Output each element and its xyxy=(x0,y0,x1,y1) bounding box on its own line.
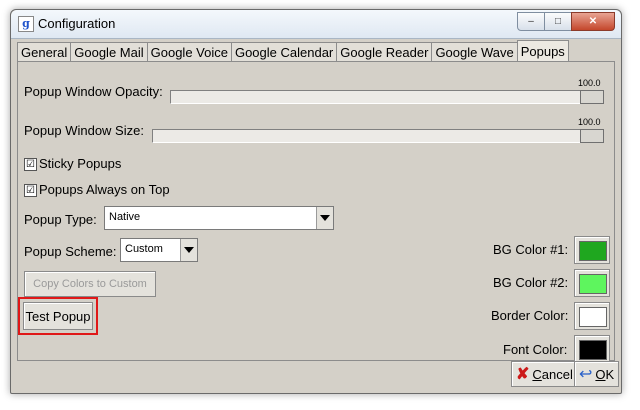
bg-color-1-label: BG Color #1: xyxy=(493,242,569,257)
chevron-down-icon xyxy=(184,247,194,253)
app-icon: g xyxy=(18,16,34,32)
ok-arrow-icon: ↩ xyxy=(579,366,593,383)
tab-google-mail[interactable]: Google Mail xyxy=(70,42,148,63)
cancel-button[interactable]: ✘ Cancel xyxy=(511,361,578,387)
cancel-label-rest: ancel xyxy=(541,366,573,382)
border-color-button[interactable] xyxy=(574,302,610,330)
popup-scheme-dropdown-button[interactable] xyxy=(180,239,197,261)
font-color-label: Font Color: xyxy=(503,342,568,357)
maximize-button[interactable]: □ xyxy=(544,12,572,31)
opacity-slider[interactable] xyxy=(170,90,604,104)
size-slider[interactable] xyxy=(152,129,604,143)
popup-type-select[interactable]: Native xyxy=(104,206,334,230)
always-on-top-checkbox[interactable]: ☑ xyxy=(24,184,37,197)
ok-label-rest: K xyxy=(605,366,615,382)
bg-color-2-label: BG Color #2: xyxy=(493,275,569,290)
opacity-value: 100.0 xyxy=(578,78,601,88)
popup-scheme-select[interactable]: Custom xyxy=(120,238,198,262)
sticky-popups-label: Sticky Popups xyxy=(39,156,122,171)
opacity-slider-thumb[interactable] xyxy=(580,90,604,104)
always-on-top-label: Popups Always on Top xyxy=(39,182,170,197)
ok-button[interactable]: ↩ OK xyxy=(574,361,620,387)
tab-google-reader[interactable]: Google Reader xyxy=(336,42,433,63)
close-button[interactable]: ✕ xyxy=(571,12,615,31)
bg-color-2-button[interactable] xyxy=(574,269,610,297)
cancel-icon: ✘ xyxy=(516,366,530,383)
tab-bar: General Google Mail Google Voice Google … xyxy=(17,40,569,63)
size-slider-thumb[interactable] xyxy=(580,129,604,143)
popups-panel: Popup Window Opacity: 100.0 Popup Window… xyxy=(17,61,615,363)
tab-google-wave[interactable]: Google Wave xyxy=(431,42,518,63)
tab-google-voice[interactable]: Google Voice xyxy=(146,42,232,63)
ok-label: OK xyxy=(595,367,614,382)
font-color-swatch xyxy=(579,340,607,360)
ok-mnemonic: O xyxy=(595,366,606,382)
minimize-icon: – xyxy=(528,16,534,27)
tab-google-calendar[interactable]: Google Calendar xyxy=(230,42,338,63)
popup-scheme-label: Popup Scheme: xyxy=(24,244,117,259)
title-bar[interactable]: g Configuration – □ ✕ xyxy=(11,10,621,39)
popup-scheme-value: Custom xyxy=(125,243,163,255)
opacity-label: Popup Window Opacity: xyxy=(24,84,163,99)
cancel-label: Cancel xyxy=(532,367,572,382)
tab-popups[interactable]: Popups xyxy=(516,40,569,63)
bg-color-2-swatch xyxy=(579,274,607,294)
sticky-popups-checkbox[interactable]: ☑ xyxy=(24,158,37,171)
popup-type-label: Popup Type: xyxy=(24,212,97,227)
maximize-icon: □ xyxy=(554,16,562,27)
popup-type-value: Native xyxy=(109,211,141,223)
copy-colors-button[interactable]: Copy Colors to Custom xyxy=(24,271,156,297)
window-title: Configuration xyxy=(38,16,116,31)
window-controls: – □ ✕ xyxy=(517,12,615,31)
border-color-label: Border Color: xyxy=(491,308,569,323)
size-value: 100.0 xyxy=(578,117,601,127)
tab-general[interactable]: General xyxy=(17,42,72,63)
bg-color-1-swatch xyxy=(579,241,607,261)
font-color-button[interactable] xyxy=(574,335,610,363)
test-popup-button[interactable]: Test Popup xyxy=(23,302,93,330)
configuration-window: g Configuration – □ ✕ General Google Mai… xyxy=(10,9,622,394)
minimize-button[interactable]: – xyxy=(517,12,545,31)
popup-type-dropdown-button[interactable] xyxy=(316,207,333,229)
border-color-swatch xyxy=(579,307,607,327)
cancel-mnemonic: C xyxy=(532,366,542,382)
bg-color-1-button[interactable] xyxy=(574,236,610,264)
size-label: Popup Window Size: xyxy=(24,123,144,138)
close-icon: ✕ xyxy=(588,16,598,27)
chevron-down-icon xyxy=(320,215,330,221)
